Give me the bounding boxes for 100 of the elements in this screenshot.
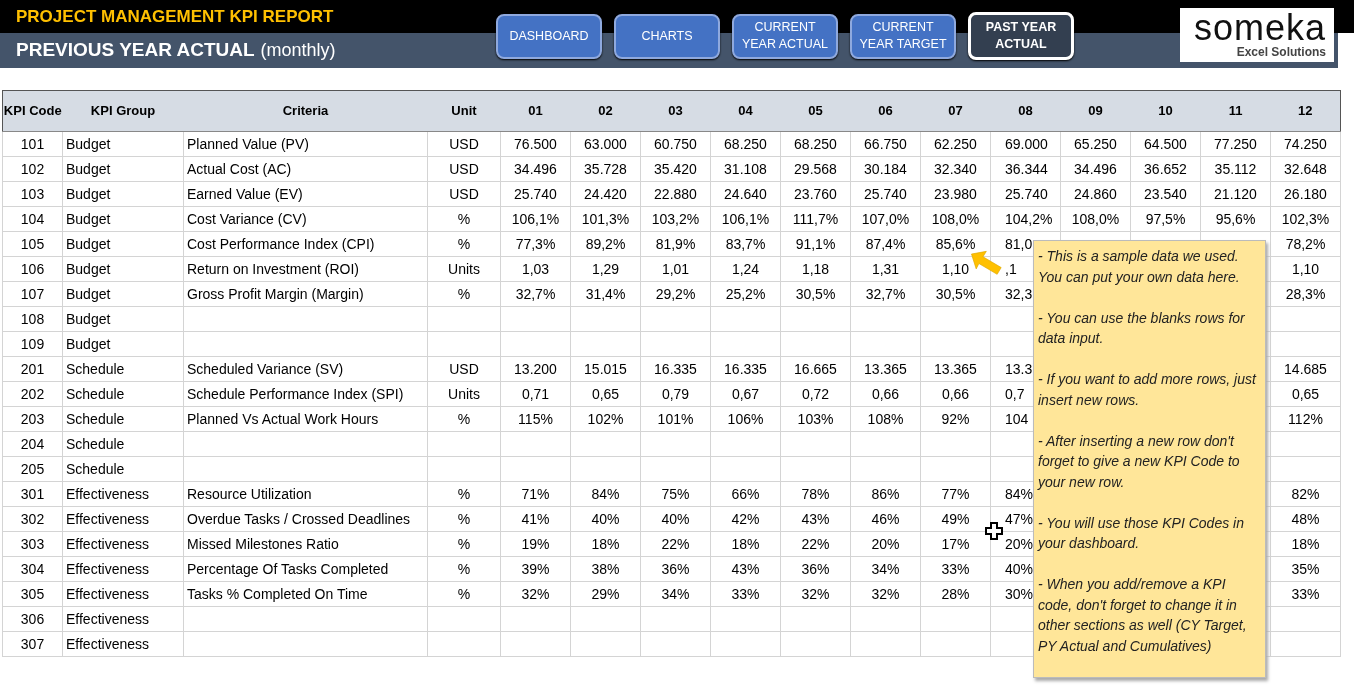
table-cell: 97,5% <box>1130 206 1201 232</box>
table-cell: Percentage Of Tasks Completed <box>183 556 428 582</box>
table-cell: USD <box>427 131 501 157</box>
table-cell: 32% <box>780 581 851 607</box>
table-cell: 25,2% <box>710 281 781 307</box>
table-cell: % <box>427 556 501 582</box>
table-cell: Budget <box>62 181 184 207</box>
table-cell: 29% <box>570 581 641 607</box>
table-cell: Earned Value (EV) <box>183 181 428 207</box>
table-cell: % <box>427 406 501 432</box>
table-cell: Budget <box>62 231 184 257</box>
table-cell: 19% <box>500 531 571 557</box>
table-cell: 1,31 <box>850 256 921 282</box>
nav-button[interactable]: CHARTS <box>614 13 720 59</box>
table-cell: 102 <box>2 156 63 182</box>
table-cell: 28% <box>920 581 991 607</box>
table-cell: Overdue Tasks / Crossed Deadlines <box>183 506 428 532</box>
table-cell: 81,9% <box>640 231 711 257</box>
table-cell: 23.980 <box>920 181 991 207</box>
table-cell: % <box>427 281 501 307</box>
table-cell: 63.000 <box>570 131 641 157</box>
table-cell: 26.180 <box>1270 181 1341 207</box>
table-cell: 304 <box>2 556 63 582</box>
cursor-icon <box>985 522 1003 540</box>
table-cell: Effectiveness <box>62 531 184 557</box>
table-cell: 0,65 <box>570 381 641 407</box>
table-cell: 40% <box>570 506 641 532</box>
table-cell: 20% <box>850 531 921 557</box>
table-cell: 30.184 <box>850 156 921 182</box>
column-header: KPI Code <box>2 90 63 132</box>
table-cell: 36.652 <box>1130 156 1201 182</box>
table-cell: Budget <box>62 131 184 157</box>
table-cell: 25.740 <box>990 181 1061 207</box>
table-cell: 15.015 <box>570 356 641 382</box>
table-cell: 69.000 <box>990 131 1061 157</box>
table-cell: 201 <box>2 356 63 382</box>
table-cell: 78,2% <box>1270 231 1341 257</box>
table-cell: 25.740 <box>850 181 921 207</box>
table-cell: 14.685 <box>1270 356 1341 382</box>
table-cell: Effectiveness <box>62 606 184 632</box>
table-cell: 91,1% <box>780 231 851 257</box>
table-cell: Schedule <box>62 381 184 407</box>
table-cell: 1,18 <box>780 256 851 282</box>
column-header: 05 <box>780 90 851 132</box>
table-cell: 104,2% <box>990 206 1061 232</box>
table-cell: USD <box>427 356 501 382</box>
table-cell: Missed Milestones Ratio <box>183 531 428 557</box>
table-cell: 109 <box>2 331 63 357</box>
table-cell: 42% <box>710 506 781 532</box>
table-cell: 203 <box>2 406 63 432</box>
table-cell: 46% <box>850 506 921 532</box>
table-cell: 32.340 <box>920 156 991 182</box>
table-cell: USD <box>427 181 501 207</box>
column-header: Unit <box>427 90 501 132</box>
column-header: 11 <box>1200 90 1271 132</box>
table-cell: 66.750 <box>850 131 921 157</box>
table-cell: 22% <box>780 531 851 557</box>
table-cell: 1,24 <box>710 256 781 282</box>
table-cell: 32% <box>850 581 921 607</box>
table-cell: 1,03 <box>500 256 571 282</box>
table-cell: 89,2% <box>570 231 641 257</box>
table-cell: 102% <box>570 406 641 432</box>
table-cell: 24.420 <box>570 181 641 207</box>
column-header: 09 <box>1060 90 1131 132</box>
table-cell: 30,5% <box>780 281 851 307</box>
column-header: Criteria <box>183 90 428 132</box>
table-cell: 34.496 <box>500 156 571 182</box>
column-header: 10 <box>1130 90 1201 132</box>
table-cell: 0,72 <box>780 381 851 407</box>
table-cell: 307 <box>2 631 63 657</box>
table-cell: 106% <box>710 406 781 432</box>
nav-button[interactable]: PAST YEAR ACTUAL <box>968 12 1074 60</box>
table-cell: 43% <box>710 556 781 582</box>
table-cell: Budget <box>62 156 184 182</box>
table-cell: USD <box>427 156 501 182</box>
table-cell: 107,0% <box>850 206 921 232</box>
table-cell: % <box>427 481 501 507</box>
table-cell: 13.365 <box>850 356 921 382</box>
table-cell: 108% <box>850 406 921 432</box>
table-cell: 111,7% <box>780 206 851 232</box>
column-header: 02 <box>570 90 641 132</box>
table-cell: Gross Profit Margin (Margin) <box>183 281 428 307</box>
table-cell: 36.344 <box>990 156 1061 182</box>
table-cell: 302 <box>2 506 63 532</box>
table-cell: 301 <box>2 481 63 507</box>
column-header: 12 <box>1270 90 1341 132</box>
table-cell: 16.335 <box>710 356 781 382</box>
table-cell: 82% <box>1270 481 1341 507</box>
table-cell: Cost Variance (CV) <box>183 206 428 232</box>
nav-button[interactable]: CURRENT YEAR TARGET <box>850 13 956 59</box>
table-cell: 303 <box>2 531 63 557</box>
table-cell: 35.112 <box>1200 156 1271 182</box>
table-cell: 77% <box>920 481 991 507</box>
table-cell: 35% <box>1270 556 1341 582</box>
nav-button[interactable]: CURRENT YEAR ACTUAL <box>732 13 838 59</box>
table-cell: 39% <box>500 556 571 582</box>
table-cell: Effectiveness <box>62 631 184 657</box>
nav-button[interactable]: DASHBOARD <box>496 13 602 59</box>
table-cell: 16.335 <box>640 356 711 382</box>
table-cell: Tasks % Completed On Time <box>183 581 428 607</box>
